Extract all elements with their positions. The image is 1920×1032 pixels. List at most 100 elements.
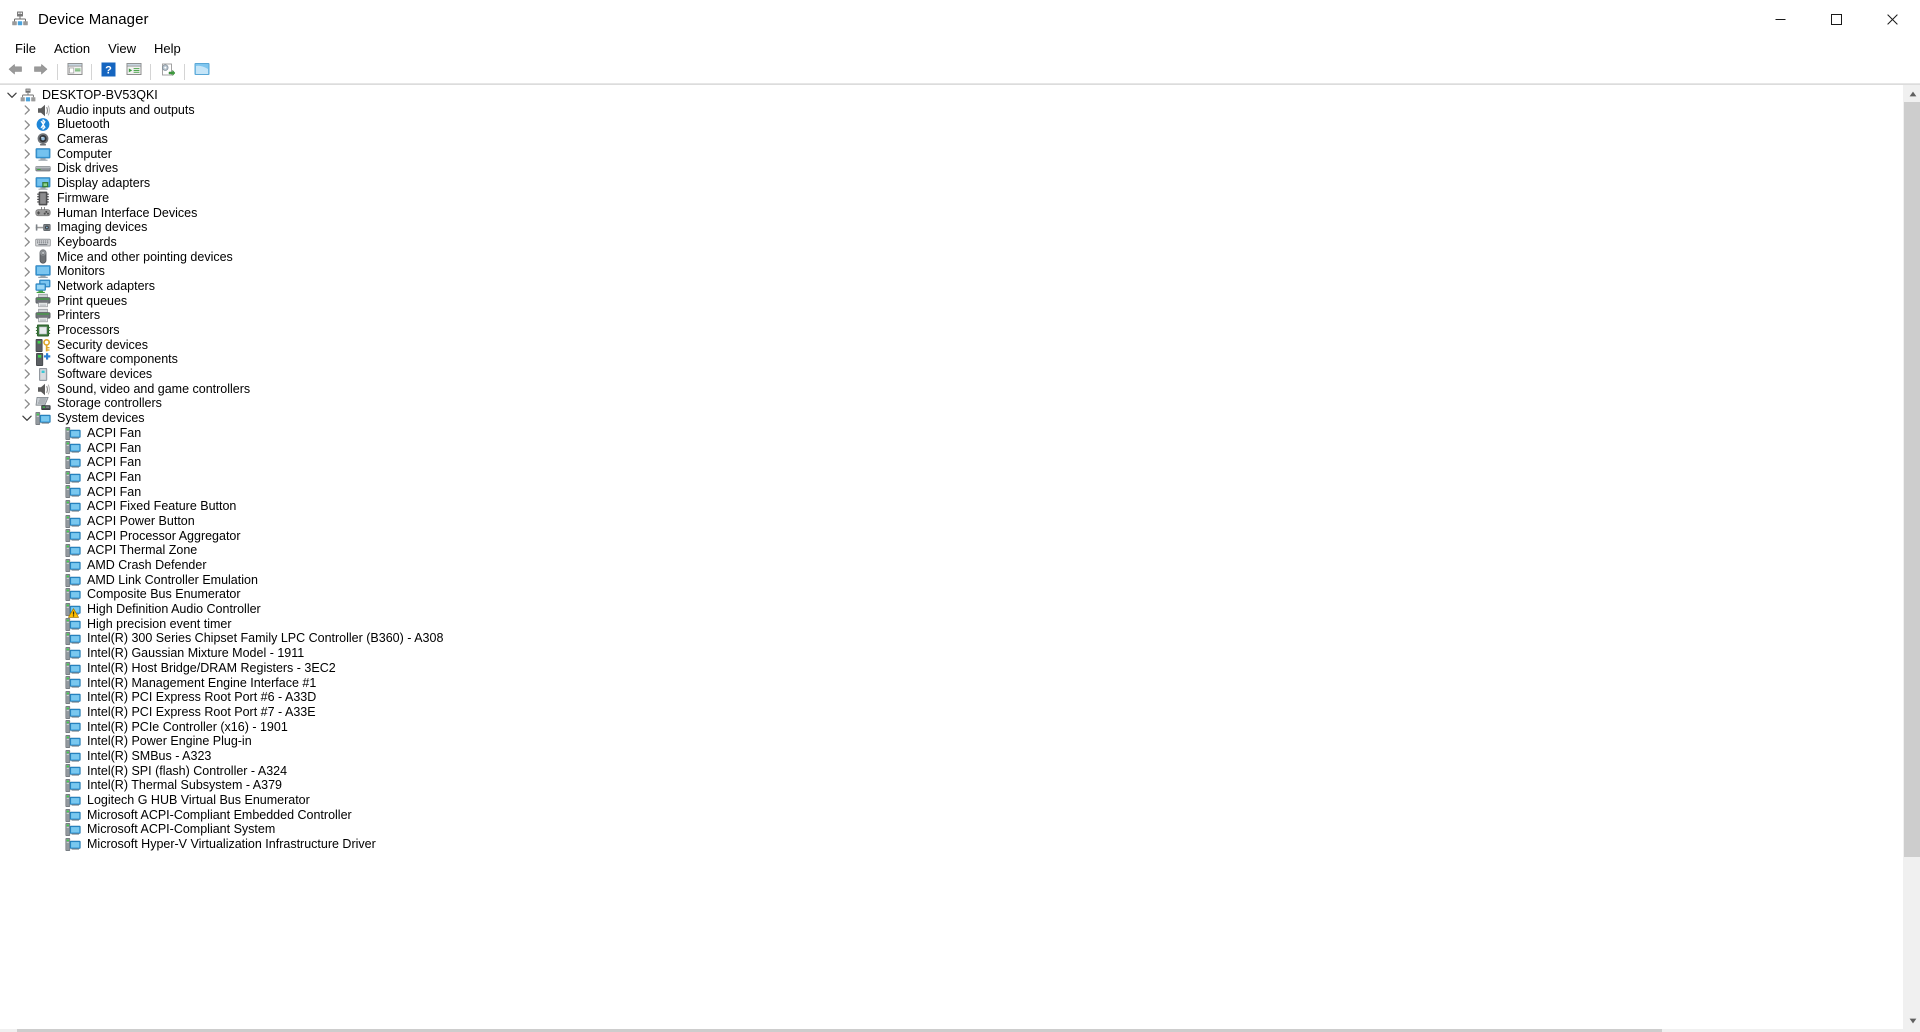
tree-item-device[interactable]: ACPI Fan	[0, 455, 1903, 470]
tree-item-device[interactable]: Logitech G HUB Virtual Bus Enumerator	[0, 793, 1903, 808]
vertical-scrollbar[interactable]	[1903, 85, 1920, 1029]
chevron-right-icon[interactable]	[19, 191, 35, 205]
tree-item-category-system-devices[interactable]: System devices	[0, 411, 1903, 426]
tree-item-device[interactable]: ACPI Fan	[0, 485, 1903, 500]
tree-item-device[interactable]: Microsoft ACPI-Compliant System	[0, 822, 1903, 837]
tree-item-device[interactable]: ACPI Fan	[0, 441, 1903, 456]
system-device-icon	[65, 617, 81, 632]
tree-item-device[interactable]: Intel(R) Gaussian Mixture Model - 1911	[0, 646, 1903, 661]
chevron-right-icon[interactable]	[19, 294, 35, 308]
chevron-right-icon[interactable]	[19, 118, 35, 132]
chevron-right-icon[interactable]	[19, 250, 35, 264]
tree-item-device[interactable]: Intel(R) Host Bridge/DRAM Registers - 3E…	[0, 661, 1903, 676]
tree-item-category-display-adapters[interactable]: Display adapters	[0, 176, 1903, 191]
tree-item-category-print-queues[interactable]: Print queues	[0, 294, 1903, 309]
tree-item-device[interactable]: Composite Bus Enumerator	[0, 587, 1903, 602]
tree-item-category-network-adapters[interactable]: Network adapters	[0, 279, 1903, 294]
tree-item-category-disk-drives[interactable]: Disk drives	[0, 161, 1903, 176]
menu-help[interactable]: Help	[145, 39, 190, 59]
chevron-right-icon[interactable]	[19, 265, 35, 279]
tree-item-device[interactable]: AMD Crash Defender	[0, 558, 1903, 573]
tree-item-category-storage-controllers[interactable]: Storage controllers	[0, 396, 1903, 411]
tree-item-category-imaging-devices[interactable]: Imaging devices	[0, 220, 1903, 235]
chevron-right-icon[interactable]	[19, 353, 35, 367]
chevron-right-icon[interactable]	[19, 206, 35, 220]
tree-item-category-printers[interactable]: Printers	[0, 308, 1903, 323]
chevron-right-icon[interactable]	[19, 279, 35, 293]
tree-item-device[interactable]: Microsoft Hyper-V Virtualization Infrast…	[0, 837, 1903, 852]
forward-button[interactable]	[29, 61, 52, 83]
chevron-right-icon[interactable]	[19, 397, 35, 411]
tree-item-category-keyboards[interactable]: Keyboards	[0, 235, 1903, 250]
tree-item-label: Microsoft Hyper-V Virtualization Infrast…	[87, 837, 376, 852]
tree-item-category-software-components[interactable]: Software components	[0, 352, 1903, 367]
tree-item-device[interactable]: Intel(R) PCI Express Root Port #7 - A33E	[0, 705, 1903, 720]
properties-button[interactable]	[122, 61, 145, 83]
chevron-right-icon[interactable]	[19, 132, 35, 146]
menu-action[interactable]: Action	[45, 39, 99, 59]
tree-item-device[interactable]: ACPI Power Button	[0, 514, 1903, 529]
chevron-right-icon[interactable]	[19, 103, 35, 117]
chevron-right-icon[interactable]	[19, 309, 35, 323]
tree-item-category-cameras[interactable]: Cameras	[0, 132, 1903, 147]
back-button[interactable]	[4, 61, 27, 83]
tree-item-device[interactable]: AMD Link Controller Emulation	[0, 573, 1903, 588]
tree-item-device[interactable]: Intel(R) SMBus - A323	[0, 749, 1903, 764]
tree-item-device[interactable]: Intel(R) Management Engine Interface #1	[0, 676, 1903, 691]
tree-item-device[interactable]: ACPI Fan	[0, 426, 1903, 441]
chevron-down-icon[interactable]	[4, 88, 20, 102]
tree-item-device[interactable]: High Definition Audio Controller	[0, 602, 1903, 618]
minimize-button[interactable]	[1752, 0, 1808, 38]
chevron-right-icon[interactable]	[19, 323, 35, 337]
menu-file[interactable]: File	[6, 39, 45, 59]
vertical-scroll-thumb[interactable]	[1904, 102, 1920, 858]
tree-item-category-bluetooth[interactable]: Bluetooth	[0, 117, 1903, 132]
tree-item-label: Software components	[57, 352, 178, 367]
chevron-right-icon[interactable]	[19, 338, 35, 352]
tree-item-category-monitors[interactable]: Monitors	[0, 264, 1903, 279]
tree-item-device[interactable]: ACPI Fan	[0, 470, 1903, 485]
close-button[interactable]	[1864, 0, 1920, 38]
scan-hardware-changes-button[interactable]	[190, 61, 213, 83]
chevron-down-icon[interactable]	[19, 411, 35, 425]
tree-item-category-firmware[interactable]: Firmware	[0, 191, 1903, 206]
chevron-right-icon[interactable]	[19, 235, 35, 249]
help-button[interactable]: ?	[97, 61, 120, 83]
chevron-right-icon[interactable]	[19, 176, 35, 190]
tree-item-device[interactable]: Intel(R) PCIe Controller (x16) - 1901	[0, 720, 1903, 735]
tree-item-category-security-devices[interactable]: Security devices	[0, 338, 1903, 353]
tree-item-device[interactable]: Intel(R) SPI (flash) Controller - A324	[0, 764, 1903, 779]
tree-item-device[interactable]: ACPI Thermal Zone	[0, 543, 1903, 558]
chevron-right-icon[interactable]	[19, 367, 35, 381]
tree-item-device[interactable]: Intel(R) Power Engine Plug-in	[0, 734, 1903, 749]
system-device-icon	[65, 543, 81, 558]
tree-item-device[interactable]: Microsoft ACPI-Compliant Embedded Contro…	[0, 808, 1903, 823]
tree-item-device[interactable]: Intel(R) 300 Series Chipset Family LPC C…	[0, 631, 1903, 646]
chevron-right-icon[interactable]	[19, 147, 35, 161]
scroll-down-arrow[interactable]	[1904, 1012, 1920, 1029]
scroll-up-arrow[interactable]	[1904, 85, 1920, 102]
tree-item-category-audio-inputs-and-outputs[interactable]: Audio inputs and outputs	[0, 103, 1903, 118]
chevron-right-icon[interactable]	[19, 162, 35, 176]
tree-item-label: Print queues	[57, 293, 128, 308]
tree-item-root[interactable]: DESKTOP-BV53QKI	[0, 88, 1903, 103]
chevron-right-icon[interactable]	[19, 221, 35, 235]
chevron-right-icon[interactable]	[19, 382, 35, 396]
tree-item-device[interactable]: ACPI Fixed Feature Button	[0, 499, 1903, 514]
tree-item-device[interactable]: High precision event timer	[0, 617, 1903, 632]
tree-item-category-computer[interactable]: Computer	[0, 147, 1903, 162]
update-driver-button[interactable]	[156, 61, 179, 83]
tree-item-device[interactable]: ACPI Processor Aggregator	[0, 529, 1903, 544]
tree-item-label: Logitech G HUB Virtual Bus Enumerator	[87, 793, 310, 807]
maximize-button[interactable]	[1808, 0, 1864, 38]
menu-view[interactable]: View	[99, 39, 145, 59]
tree-item-device[interactable]: Intel(R) PCI Express Root Port #6 - A33D	[0, 690, 1903, 705]
tree-item-category-human-interface-devices[interactable]: Human Interface Devices	[0, 206, 1903, 221]
tree-item-category-sound-video-and-game-controllers[interactable]: Sound, video and game controllers	[0, 382, 1903, 397]
tree-item-category-processors[interactable]: Processors	[0, 323, 1903, 338]
tree-item-device[interactable]: Intel(R) Thermal Subsystem - A379	[0, 778, 1903, 793]
tree-item-category-mice-and-other-pointing-devices[interactable]: Mice and other pointing devices	[0, 250, 1903, 265]
show-hide-console-tree-button[interactable]	[63, 61, 86, 83]
tree-item-category-software-devices[interactable]: Software devices	[0, 367, 1903, 382]
